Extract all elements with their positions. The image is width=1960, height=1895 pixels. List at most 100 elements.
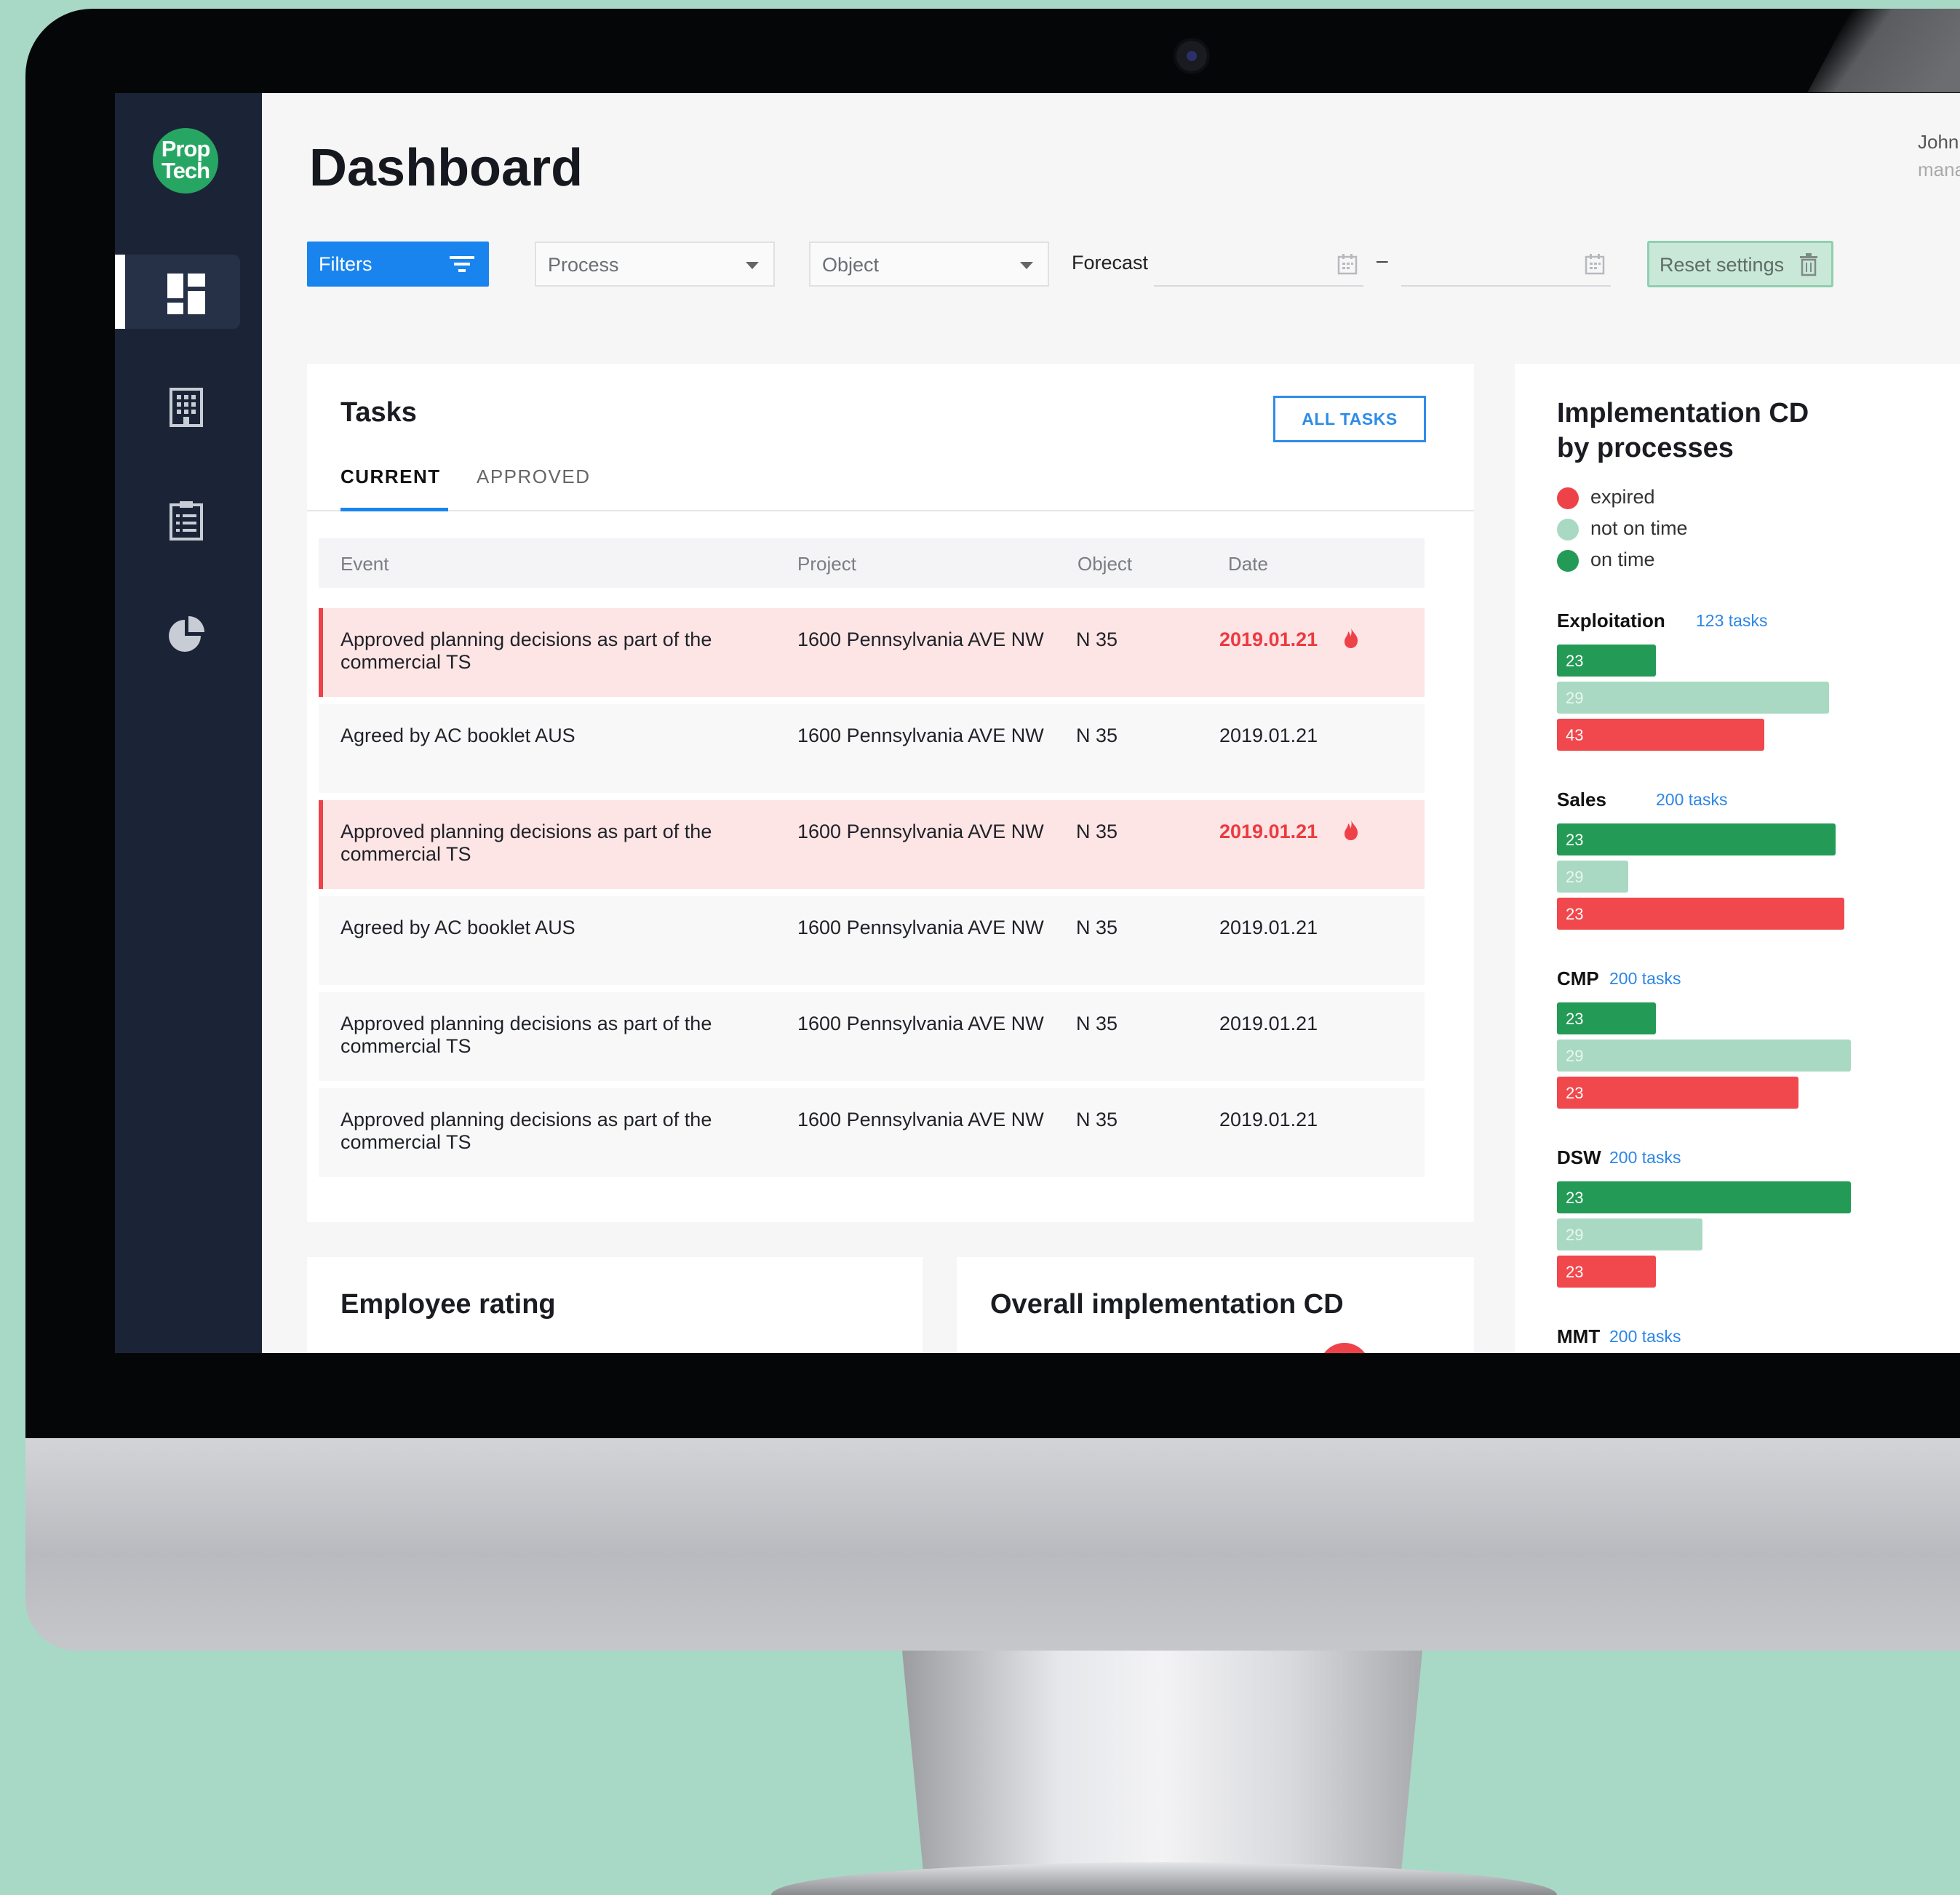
- row-object: N 35: [1076, 629, 1118, 650]
- table-row[interactable]: Agreed by AC booklet AUS 1600 Pennsylvan…: [319, 896, 1425, 985]
- logo-text-line1: Prop: [161, 136, 211, 161]
- column-header-event[interactable]: Event: [340, 553, 389, 575]
- building-icon: [170, 388, 203, 427]
- row-event: Agreed by AC booklet AUS: [340, 917, 575, 938]
- overall-implementation-title: Overall implementation CD: [990, 1289, 1344, 1320]
- clipboard-list-icon: [170, 501, 203, 540]
- legend-dot-not-on-time: [1557, 519, 1579, 540]
- filter-icon: [450, 256, 474, 272]
- reset-settings-label: Reset settings: [1660, 254, 1785, 276]
- legend-label: not on time: [1590, 517, 1688, 539]
- row-date: 2019.01.21: [1219, 1013, 1318, 1034]
- date-range-separator: –: [1377, 249, 1388, 271]
- table-row[interactable]: Agreed by AC booklet AUS 1600 Pennsylvan…: [319, 704, 1425, 793]
- legend-label: expired: [1590, 486, 1655, 508]
- legend-label: on time: [1590, 548, 1655, 570]
- implementation-title-line2: by processes: [1557, 433, 1734, 463]
- proptech-logo[interactable]: Prop Tech: [153, 128, 218, 194]
- object-select-label: Object: [822, 254, 880, 276]
- bar-expired: 23: [1557, 1256, 1656, 1288]
- row-date: 2019.01.21: [1219, 1109, 1318, 1130]
- bar-not-on-time: 29: [1557, 1218, 1702, 1250]
- process-name-dsw: DSW: [1557, 1146, 1601, 1168]
- calendar-icon: [1337, 254, 1358, 275]
- process-name-mmt: MMT: [1557, 1325, 1601, 1347]
- row-event: Approved planning decisions as part of t…: [340, 1013, 712, 1057]
- tasks-title: Tasks: [340, 397, 417, 428]
- trash-icon: [1800, 253, 1817, 276]
- bar-on-time: 23: [1557, 645, 1656, 677]
- table-row[interactable]: Approved planning decisions as part of t…: [319, 992, 1425, 1081]
- sidebar-item-tasks[interactable]: [115, 482, 262, 556]
- process-name-exploitation: Exploitation: [1557, 610, 1665, 631]
- row-date: 2019.01.21: [1219, 725, 1318, 746]
- bar-on-time: 23: [1557, 1002, 1656, 1034]
- bar-expired: 43: [1557, 719, 1764, 751]
- app-screen: Prop Tech Dashboard John mana Filters Pr…: [115, 93, 1960, 1353]
- row-object: N 35: [1076, 1013, 1118, 1034]
- fire-icon: [1344, 820, 1358, 840]
- row-date: 2019.01.21: [1219, 629, 1318, 650]
- object-select[interactable]: Object: [809, 242, 1049, 287]
- column-header-project[interactable]: Project: [797, 553, 856, 575]
- column-header-date[interactable]: Date: [1228, 553, 1268, 575]
- monitor-stand: [902, 1651, 1422, 1869]
- chevron-down-icon: [1020, 262, 1033, 269]
- bar-expired: 23: [1557, 898, 1844, 930]
- user-name[interactable]: John: [1918, 131, 1959, 153]
- row-object: N 35: [1076, 1109, 1118, 1130]
- row-project: 1600 Pennsylvania AVE NW: [797, 917, 1044, 938]
- bar-not-on-time: 29: [1557, 861, 1628, 893]
- process-task-count[interactable]: 200 tasks: [1609, 1148, 1681, 1168]
- bar-expired: 23: [1557, 1077, 1798, 1109]
- row-event: Approved planning decisions as part of t…: [340, 821, 712, 865]
- process-task-count[interactable]: 200 tasks: [1609, 969, 1681, 989]
- row-object: N 35: [1076, 917, 1118, 938]
- row-project: 1600 Pennsylvania AVE NW: [797, 725, 1044, 746]
- process-task-count[interactable]: 200 tasks: [1656, 790, 1727, 810]
- table-row[interactable]: Approved planning decisions as part of t…: [319, 1088, 1425, 1177]
- logo-text-line2: Tech: [161, 158, 210, 183]
- sidebar-item-dashboard[interactable]: [115, 255, 240, 329]
- tabs-divider: [307, 510, 1474, 511]
- sidebar-item-buildings[interactable]: [115, 368, 262, 442]
- sidebar-item-analytics[interactable]: [115, 595, 262, 669]
- process-task-count[interactable]: 123 tasks: [1696, 611, 1767, 631]
- reset-settings-button[interactable]: Reset settings: [1647, 241, 1833, 287]
- sidebar: Prop Tech: [115, 93, 262, 1353]
- row-date: 2019.01.21: [1219, 821, 1318, 842]
- active-tab-indicator: [340, 508, 448, 511]
- screen-glare: [1807, 9, 1960, 92]
- tab-current[interactable]: CURRENT: [340, 466, 441, 488]
- fire-icon: [1344, 628, 1358, 648]
- filters-button-label: Filters: [319, 253, 373, 275]
- bar-on-time: 23: [1557, 823, 1836, 855]
- bar-not-on-time: 29: [1557, 682, 1829, 714]
- process-select[interactable]: Process: [535, 242, 775, 287]
- employee-rating-card: Employee rating: [307, 1257, 923, 1353]
- row-event: Agreed by AC booklet AUS: [340, 725, 575, 746]
- implementation-title-line1: Implementation CD: [1557, 398, 1809, 428]
- webcam: [1176, 41, 1207, 71]
- dashboard-icon: [167, 274, 205, 314]
- table-row[interactable]: Approved planning decisions as part of t…: [319, 608, 1425, 697]
- table-row[interactable]: Approved planning decisions as part of t…: [319, 800, 1425, 889]
- row-project: 1600 Pennsylvania AVE NW: [797, 1013, 1044, 1034]
- pie-chart-icon: [169, 616, 204, 652]
- implementation-title: Implementation CD by processes: [1557, 396, 1809, 466]
- row-project: 1600 Pennsylvania AVE NW: [797, 629, 1044, 650]
- all-tasks-button[interactable]: ALL TASKS: [1273, 396, 1426, 442]
- forecast-label: Forecast: [1072, 252, 1149, 274]
- tab-approved[interactable]: APPROVED: [477, 466, 591, 488]
- forecast-from-input[interactable]: [1154, 242, 1363, 287]
- process-task-count[interactable]: 200 tasks: [1609, 1327, 1681, 1347]
- bar-not-on-time: 29: [1557, 1040, 1851, 1072]
- process-name-cmp: CMP: [1557, 968, 1599, 989]
- column-header-object[interactable]: Object: [1077, 553, 1132, 575]
- legend-dot-on-time: [1557, 550, 1579, 572]
- process-name-sales: Sales: [1557, 789, 1606, 810]
- process-select-label: Process: [548, 254, 619, 276]
- row-object: N 35: [1076, 725, 1118, 746]
- forecast-to-input[interactable]: [1401, 242, 1611, 287]
- filters-button[interactable]: Filters: [307, 242, 489, 287]
